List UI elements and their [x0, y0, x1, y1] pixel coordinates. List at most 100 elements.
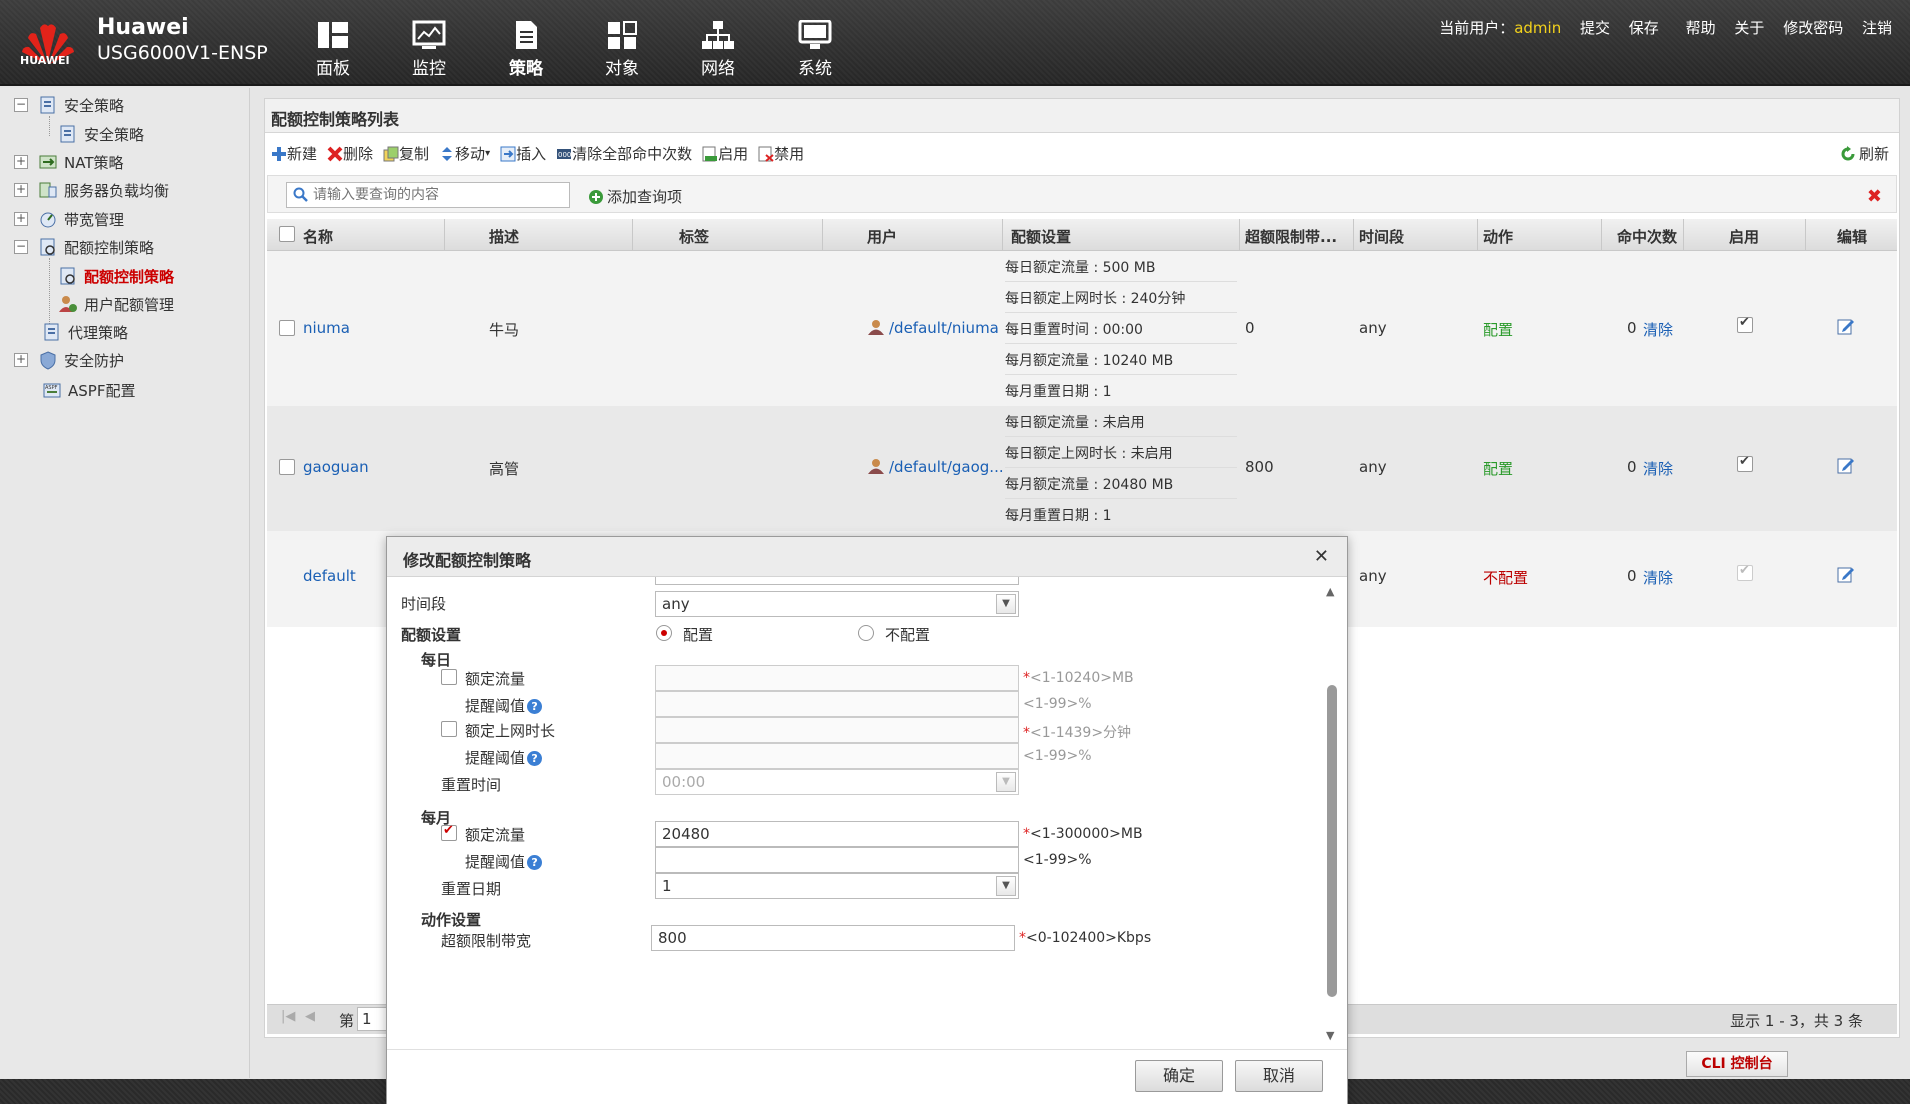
move-button[interactable]: 移动 ▾	[439, 143, 490, 164]
nav-network[interactable]: 网络	[678, 20, 758, 79]
policy-name-link[interactable]: niuma	[303, 319, 350, 337]
daily-traffic-checkbox[interactable]	[441, 669, 457, 685]
column-header[interactable]: 启用	[1729, 226, 1759, 247]
sidebar-item-bandwidth[interactable]: + 带宽管理	[14, 206, 124, 232]
sidebar-item-security-policy-child[interactable]: 安全策略	[58, 121, 144, 147]
monthly-threshold-input[interactable]	[655, 847, 1019, 873]
quota-config-radio[interactable]	[656, 625, 672, 641]
nav-dashboard[interactable]: 面板	[293, 20, 373, 79]
monthly-traffic-input[interactable]: 20480	[655, 821, 1019, 847]
copy-button[interactable]: 复制	[383, 143, 429, 164]
enable-checkbox[interactable]	[1737, 454, 1753, 472]
quota-no-config-radio[interactable]	[858, 625, 874, 641]
logout-link[interactable]: 注销	[1862, 19, 1892, 37]
clear-hits-link[interactable]: 清除	[1643, 567, 1673, 588]
cancel-button[interactable]: 取消	[1235, 1060, 1323, 1092]
column-header[interactable]: 命中次数	[1617, 226, 1677, 247]
delete-button[interactable]: 删除	[327, 143, 373, 164]
save-link[interactable]: 保存	[1629, 19, 1659, 37]
nav-monitor[interactable]: 监控	[389, 20, 469, 79]
prev-page-icon[interactable]: ◀	[305, 1009, 315, 1024]
column-header[interactable]: 编辑	[1837, 226, 1867, 247]
quota-line: 每月重置日期 : 1	[1005, 508, 1112, 524]
reset-date-select[interactable]: 1 ▼	[655, 873, 1019, 899]
enable-checkbox[interactable]	[1737, 315, 1753, 333]
column-header[interactable]: 配额设置	[1011, 226, 1071, 247]
edit-icon[interactable]	[1837, 456, 1855, 474]
policy-user[interactable]: /default/niuma	[867, 319, 999, 337]
clear-hits-button[interactable]: 000 清除全部命中次数	[556, 143, 692, 164]
daily-traffic-threshold-input[interactable]	[655, 691, 1019, 717]
expand-icon[interactable]: +	[14, 155, 28, 169]
first-page-icon[interactable]: |◀	[281, 1009, 295, 1024]
select-all-checkbox[interactable]	[279, 226, 295, 242]
sidebar-item-security-policy[interactable]: − 安全策略	[14, 92, 124, 118]
row-checkbox[interactable]	[279, 320, 295, 336]
monthly-traffic-checkbox[interactable]	[441, 823, 457, 841]
enable-button[interactable]: 启用	[702, 143, 748, 164]
scroll-down-icon[interactable]: ▼	[1326, 1029, 1334, 1042]
help-icon[interactable]: ?	[527, 699, 543, 714]
reset-time-select[interactable]: 00:00 ▼	[655, 769, 1019, 795]
column-header[interactable]: 时间段	[1359, 226, 1404, 247]
row-checkbox[interactable]	[279, 459, 295, 475]
sidebar-item-quota-policy[interactable]: − 配额控制策略	[14, 234, 154, 260]
about-link[interactable]: 关于	[1734, 19, 1764, 37]
column-header[interactable]: 标签	[679, 226, 709, 247]
sidebar-item-user-quota[interactable]: 用户配额管理	[58, 291, 174, 317]
nav-policy[interactable]: 策略	[486, 20, 566, 79]
expand-icon[interactable]: +	[14, 183, 28, 197]
insert-button[interactable]: 插入	[500, 143, 546, 164]
column-header[interactable]: 超额限制带...	[1245, 226, 1355, 247]
time-range-select[interactable]: any ▼	[655, 591, 1019, 617]
nav-system[interactable]: 系统	[775, 20, 855, 79]
policy-name-link[interactable]: default	[303, 567, 356, 585]
clear-hits-link[interactable]: 清除	[1643, 319, 1673, 340]
edit-icon[interactable]	[1837, 565, 1855, 583]
change-password-link[interactable]: 修改密码	[1783, 19, 1843, 37]
collapse-icon[interactable]: −	[14, 240, 28, 254]
sidebar-item-quota-policy-child[interactable]: 配额控制策略	[58, 263, 174, 289]
search-input[interactable]	[286, 182, 570, 208]
column-header[interactable]: 名称	[303, 226, 333, 247]
daily-time-input[interactable]	[655, 717, 1019, 743]
sidebar-item-load-balancing[interactable]: + 服务器负载均衡	[14, 177, 169, 203]
help-icon[interactable]: ?	[527, 751, 543, 766]
daily-time-threshold-input[interactable]	[655, 743, 1019, 769]
column-header[interactable]: 描述	[489, 226, 519, 247]
close-icon[interactable]: ✕	[1314, 546, 1329, 567]
help-link[interactable]: 帮助	[1686, 19, 1716, 37]
daily-time-checkbox[interactable]	[441, 721, 457, 737]
refresh-button[interactable]: 刷新	[1840, 143, 1889, 164]
ok-button[interactable]: 确定	[1135, 1060, 1223, 1092]
expand-icon[interactable]: +	[14, 353, 28, 367]
clear-hits-link[interactable]: 清除	[1643, 458, 1673, 479]
column-header[interactable]: 用户	[867, 226, 897, 247]
column-header[interactable]: 动作	[1483, 226, 1513, 247]
sidebar-item-aspf[interactable]: ASPF ASPF配置	[42, 377, 135, 403]
policy-user[interactable]: /default/gaog...	[867, 458, 1004, 476]
table-row[interactable]: gaoguan 高管 /default/gaog... 每日额定流量 : 未启用…	[267, 406, 1897, 531]
scroll-thumb[interactable]	[1327, 685, 1337, 997]
table-row[interactable]: niuma 牛马 /default/niuma 每日额定流量 : 500 MB …	[267, 251, 1897, 406]
submit-link[interactable]: 提交	[1580, 19, 1610, 37]
edit-icon[interactable]	[1837, 317, 1855, 335]
policy-name-link[interactable]: gaoguan	[303, 458, 369, 476]
disable-button[interactable]: 禁用	[758, 143, 804, 164]
limit-bandwidth-input[interactable]: 800	[651, 925, 1015, 951]
page-number-input[interactable]: 1	[357, 1007, 387, 1031]
new-button[interactable]: 新建	[271, 143, 317, 164]
scroll-up-icon[interactable]: ▲	[1326, 585, 1334, 598]
nav-object[interactable]: 对象	[582, 20, 662, 79]
daily-traffic-input[interactable]	[655, 665, 1019, 691]
sidebar-item-security-protection[interactable]: + 安全防护	[14, 347, 124, 373]
expand-icon[interactable]: +	[14, 212, 28, 226]
cli-console-button[interactable]: CLI 控制台	[1686, 1051, 1788, 1077]
collapse-icon[interactable]: −	[14, 98, 28, 112]
sidebar-item-proxy-policy[interactable]: 代理策略	[42, 319, 128, 345]
help-icon[interactable]: ?	[527, 855, 543, 870]
dialog-scrollbar[interactable]: ▲ ▼	[1325, 585, 1339, 1045]
sidebar-item-nat-policy[interactable]: + NAT策略	[14, 149, 123, 175]
add-query-button[interactable]: 添加查询项	[588, 186, 682, 207]
clear-search-icon[interactable]: ✖	[1867, 186, 1882, 207]
